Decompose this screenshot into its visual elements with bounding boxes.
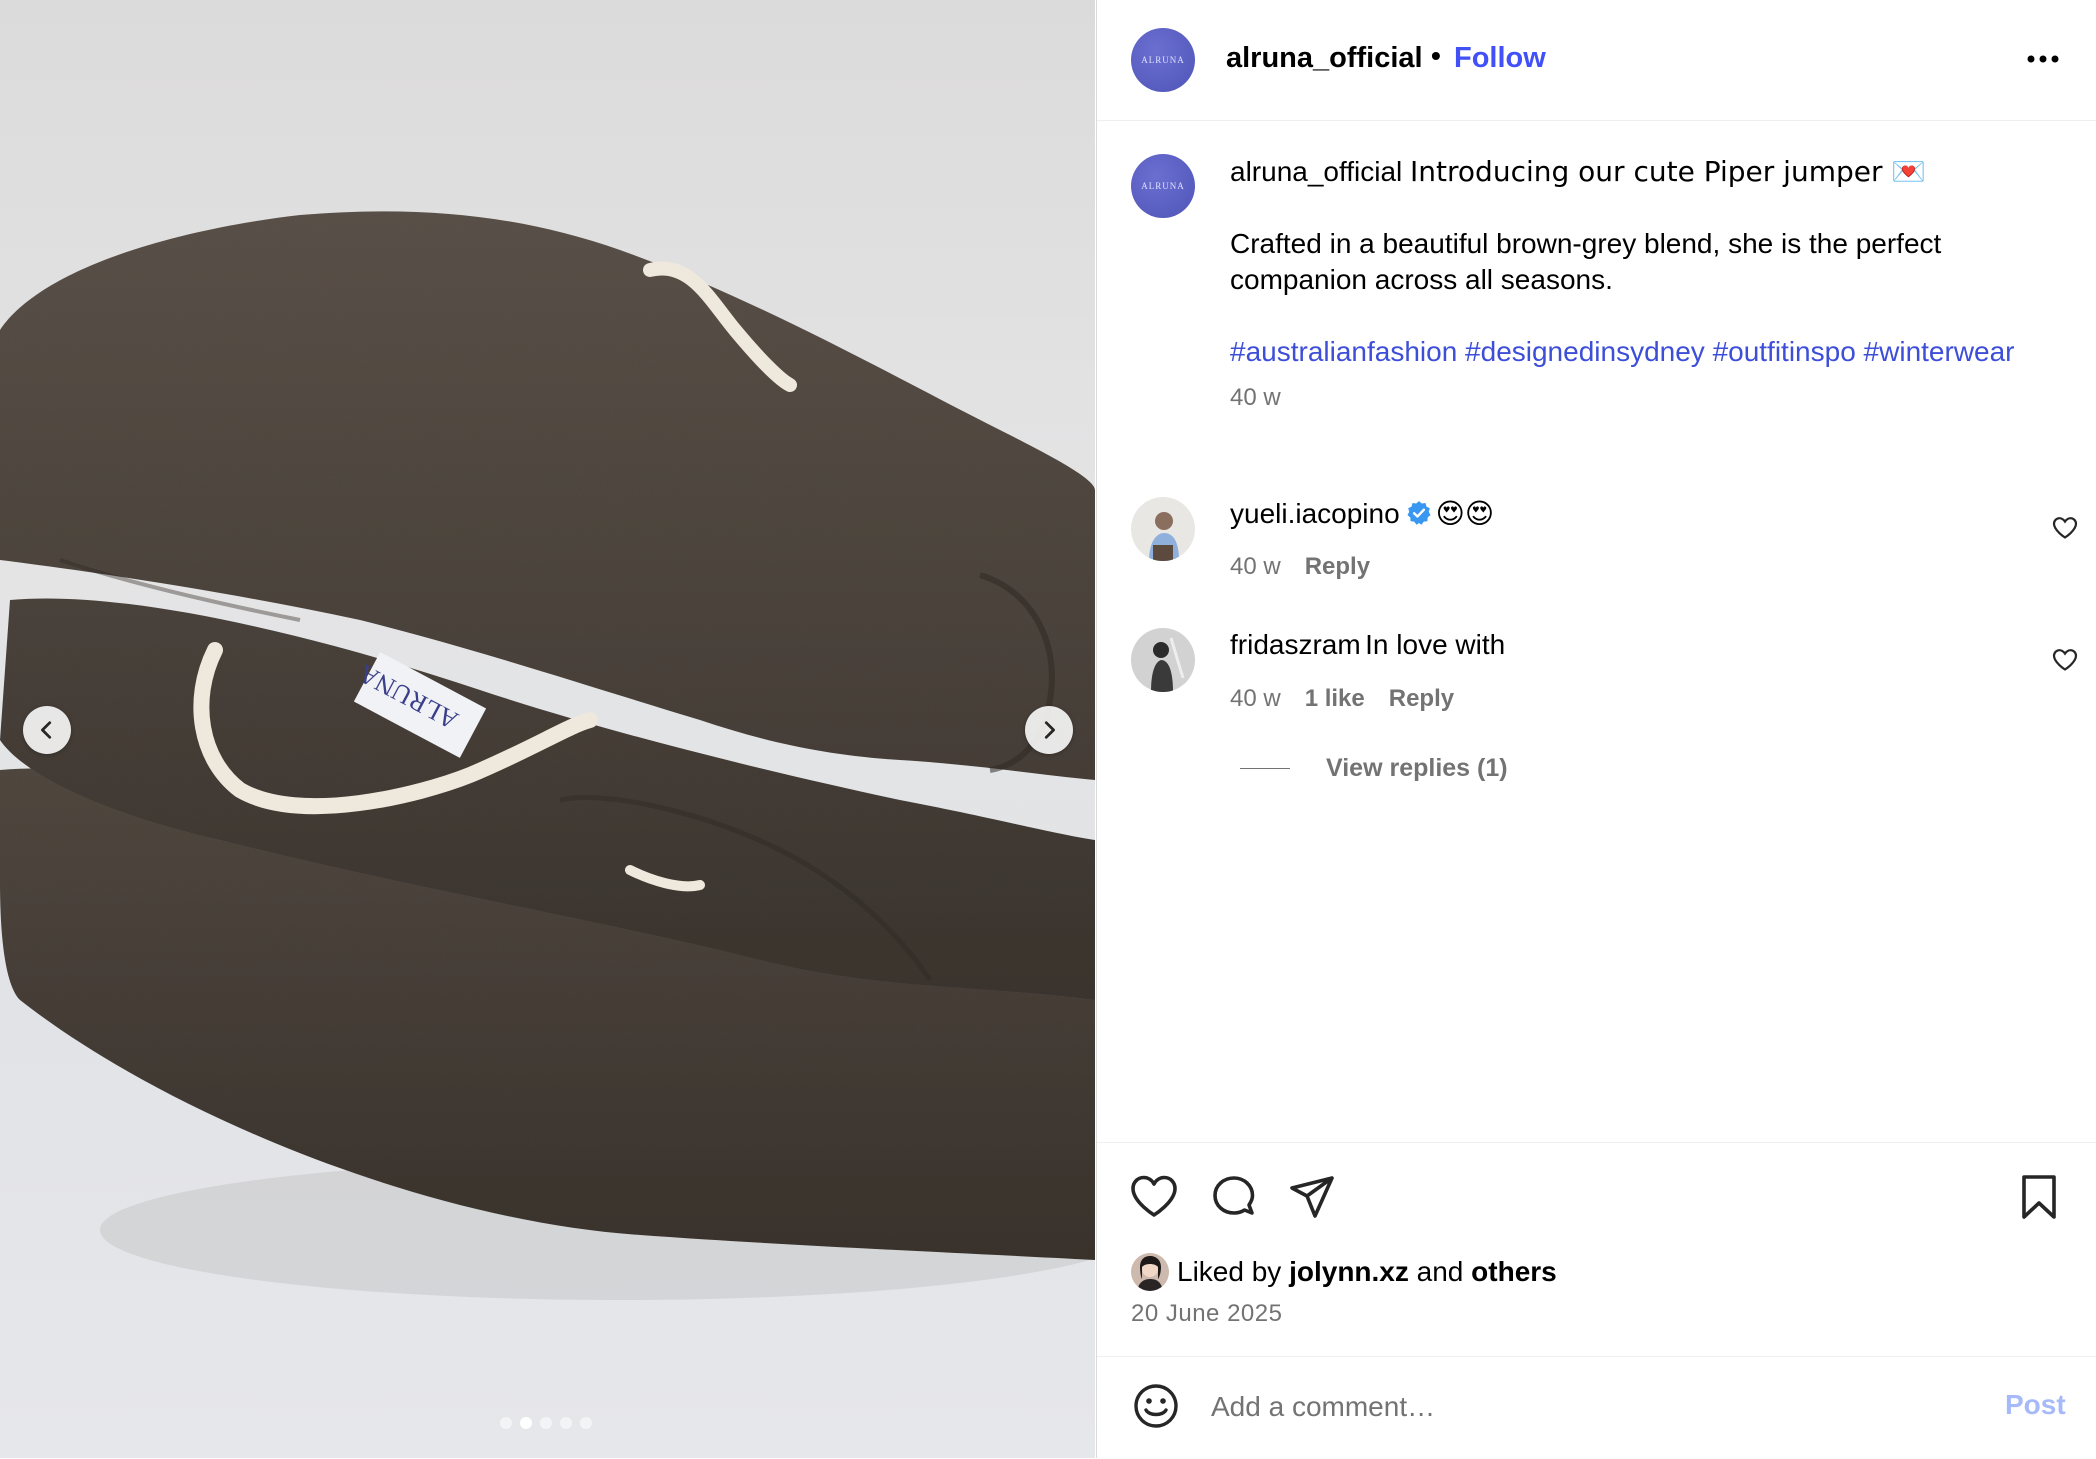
comment-username[interactable]: fridaszram xyxy=(1230,629,1361,660)
reply-button[interactable]: Reply xyxy=(1389,685,1454,712)
post-media[interactable]: ALRUNA xyxy=(0,0,1095,1458)
chevron-left-icon xyxy=(41,721,52,739)
comment-input[interactable] xyxy=(1209,1381,1953,1433)
comment-2: fridaszram In love with xyxy=(1230,629,1505,661)
carousel-dot xyxy=(560,1417,572,1429)
caption-hashtags[interactable]: #australianfashion #designedinsydney #ou… xyxy=(1230,334,2050,370)
post-date[interactable]: 20 June 2025 xyxy=(1131,1300,1282,1328)
caption-text: Introducing our cute Piper jumper 💌 xyxy=(1410,155,1927,188)
commenter-avatar[interactable] xyxy=(1131,497,1195,561)
likes-others-link[interactable]: others xyxy=(1471,1256,1557,1288)
likes-prefix: Liked by xyxy=(1177,1256,1282,1287)
author-username[interactable]: alruna_official xyxy=(1226,42,1423,75)
header-separator: • xyxy=(1431,40,1441,71)
comment-text: In love with xyxy=(1365,629,1506,660)
share-paper-plane-icon[interactable] xyxy=(1287,1172,1337,1222)
post-comment-button[interactable]: Post xyxy=(2005,1389,2066,1421)
caption-username[interactable]: alruna_official xyxy=(1230,156,1402,187)
view-replies-label: View replies (1) xyxy=(1326,754,1508,782)
actions-divider xyxy=(1097,1142,2096,1143)
comment-1-meta: 40 w Reply xyxy=(1230,553,1394,581)
comment-1: yueli.iacopino 😍😍 xyxy=(1230,497,1494,530)
carousel-dot xyxy=(520,1417,532,1429)
like-comment-heart-icon[interactable] xyxy=(2052,648,2078,672)
carousel-indicator xyxy=(500,1417,592,1429)
follow-button[interactable]: Follow xyxy=(1454,42,1546,75)
likes-conjunction: and xyxy=(1416,1256,1464,1287)
post-header: ALRUNA alruna_official • Follow xyxy=(1097,0,2096,121)
save-bookmark-icon[interactable] xyxy=(2014,1172,2064,1222)
caption-time: 40 w xyxy=(1230,384,1281,411)
comment-time: 40 w xyxy=(1230,685,1281,712)
comment-composer: Post xyxy=(1097,1356,2096,1459)
comment-time: 40 w xyxy=(1230,553,1281,580)
carousel-prev-button[interactable] xyxy=(23,706,71,754)
carousel-dot xyxy=(580,1417,592,1429)
author-avatar[interactable]: ALRUNA xyxy=(1131,28,1195,92)
commenter-avatar[interactable] xyxy=(1131,628,1195,692)
comment-bubble-icon[interactable] xyxy=(1209,1172,1259,1222)
comment-text: 😍😍 xyxy=(1435,497,1495,530)
likes-summary: Liked by jolynn.xz and others xyxy=(1131,1252,1557,1292)
comment-username[interactable]: yueli.iacopino xyxy=(1230,498,1400,529)
reply-button[interactable]: Reply xyxy=(1305,553,1370,580)
comment-2-meta: 40 w 1 like Reply xyxy=(1230,685,1478,713)
emoji-picker-icon[interactable] xyxy=(1131,1381,1181,1431)
liker-username[interactable]: jolynn.xz xyxy=(1289,1256,1409,1288)
verified-badge-icon xyxy=(1407,501,1431,525)
carousel-next-button[interactable] xyxy=(1025,706,1073,754)
liker-avatar[interactable] xyxy=(1131,1253,1169,1291)
post-details-panel: ALRUNA alruna_official • Follow ALRUNA a… xyxy=(1096,0,2096,1458)
caption: alruna_official Introducing our cute Pip… xyxy=(1230,154,2050,416)
caption-avatar[interactable]: ALRUNA xyxy=(1131,154,1195,218)
comment-likes-count[interactable]: 1 like xyxy=(1305,685,1365,712)
chevron-right-icon xyxy=(1044,721,1055,739)
sweater-photo: ALRUNA xyxy=(0,211,1095,1300)
view-replies-button[interactable]: View replies (1) xyxy=(1240,754,1508,783)
like-comment-heart-icon[interactable] xyxy=(2052,516,2078,540)
like-heart-icon[interactable] xyxy=(1129,1172,1179,1222)
carousel-dot xyxy=(540,1417,552,1429)
caption-body: Crafted in a beautiful brown-grey blend,… xyxy=(1230,228,1942,295)
view-replies-line xyxy=(1240,768,1290,769)
carousel-dot xyxy=(500,1417,512,1429)
more-options-icon[interactable] xyxy=(2021,44,2065,74)
